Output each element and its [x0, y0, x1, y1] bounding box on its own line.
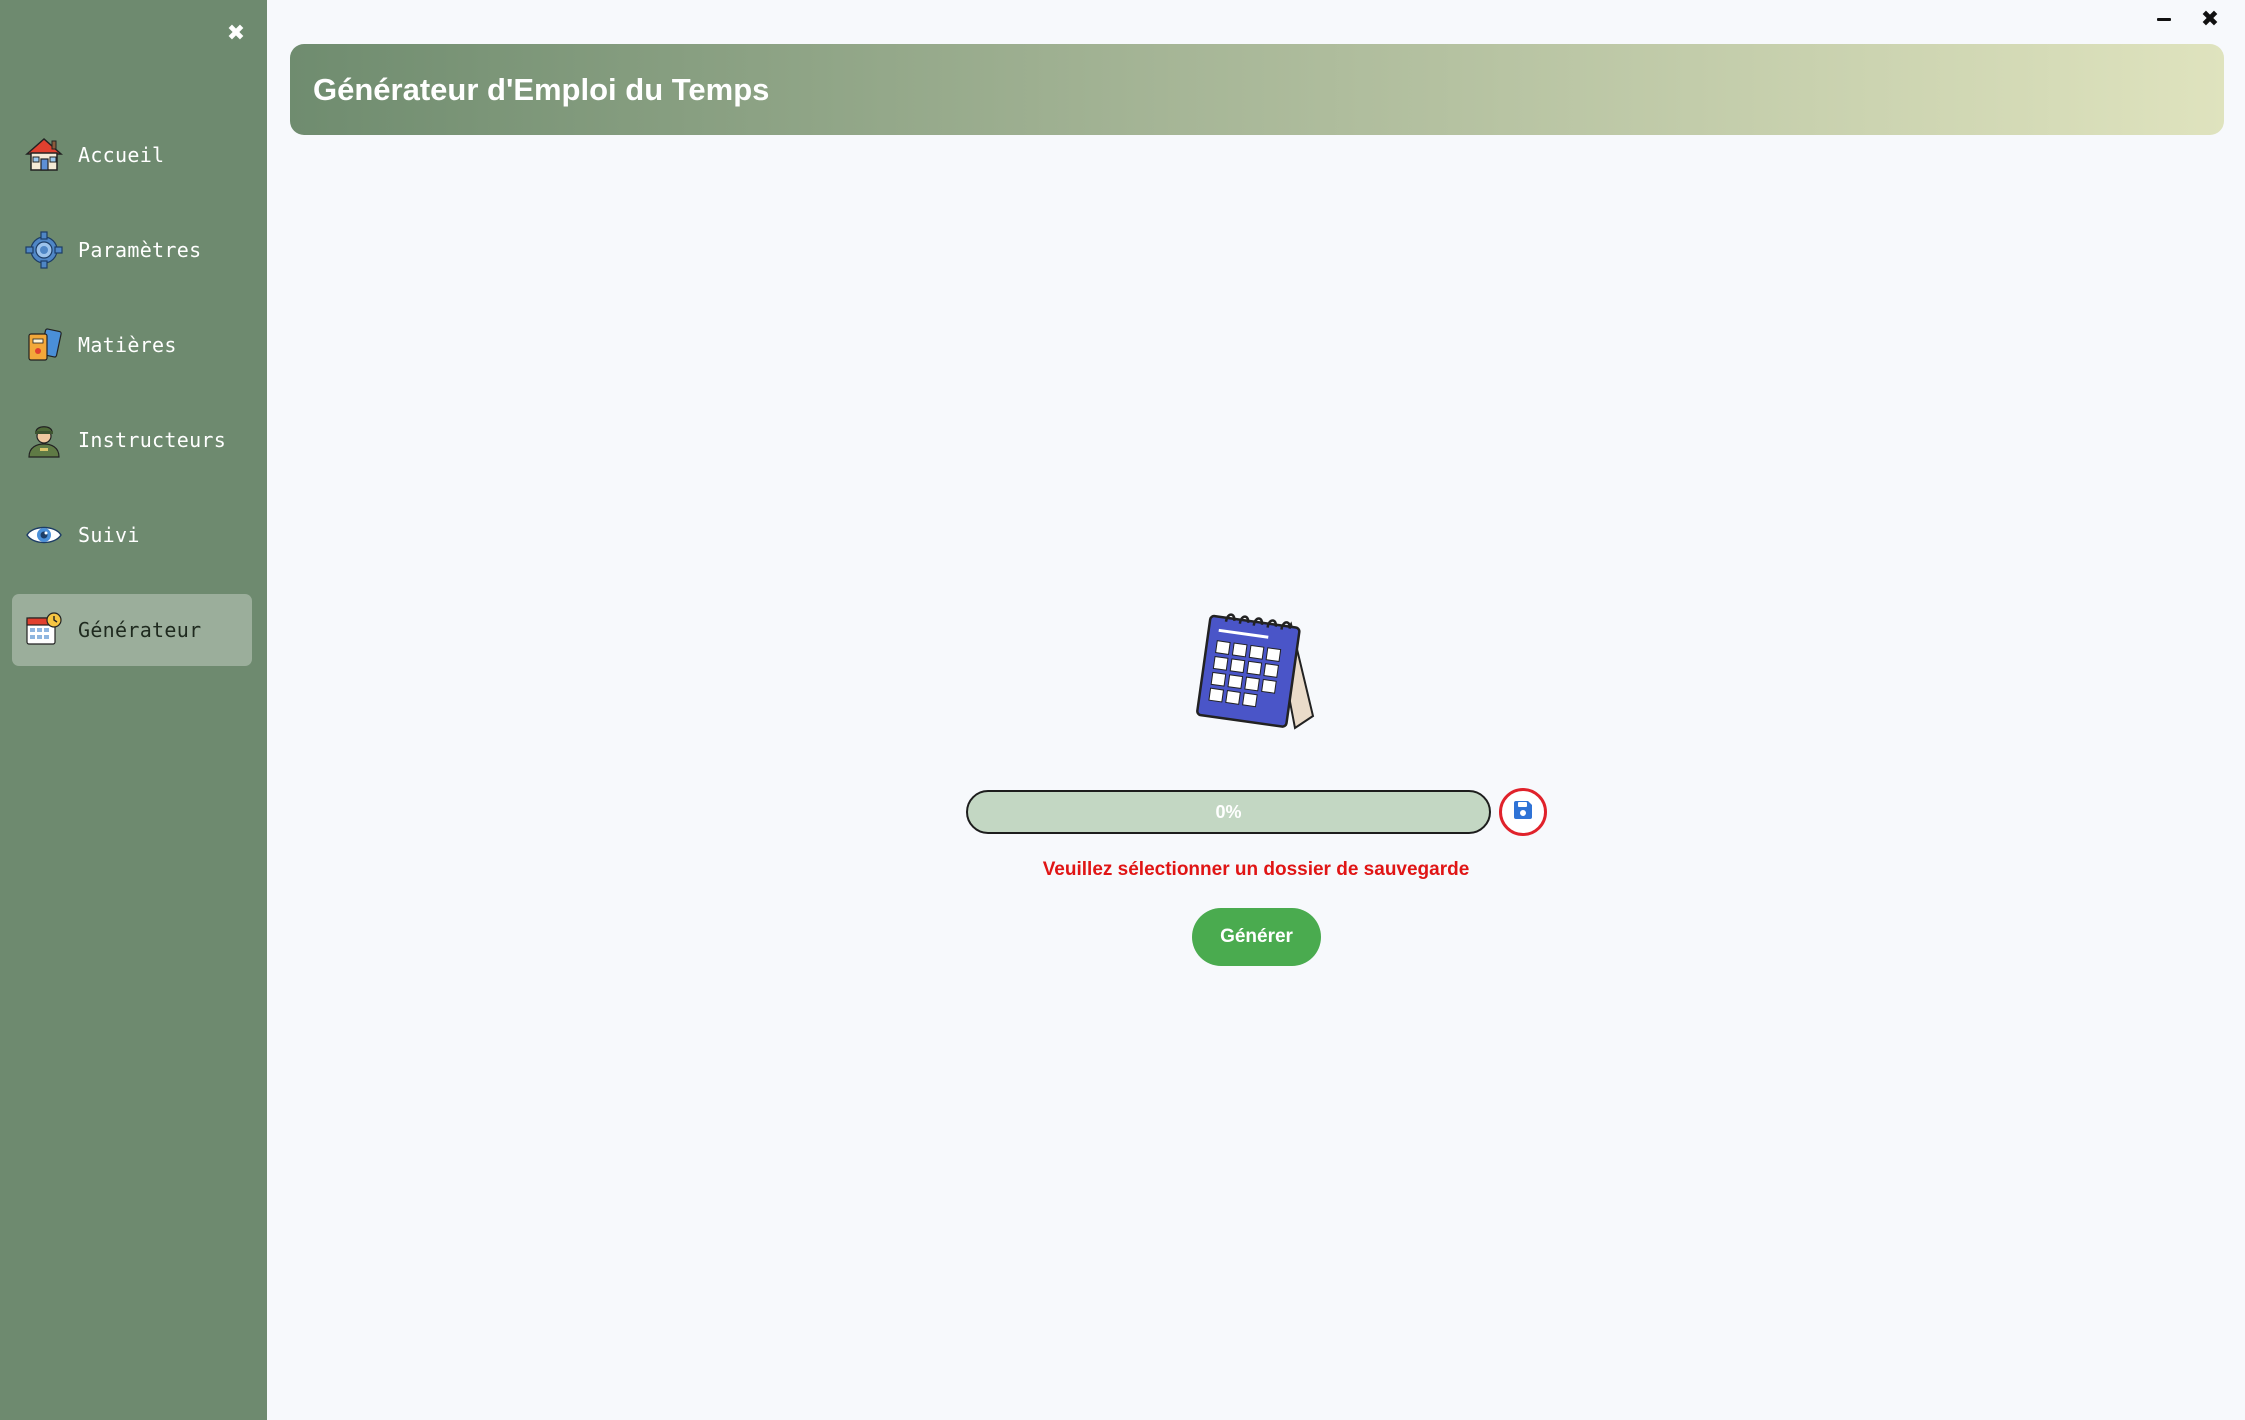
sidebar-item-matieres[interactable]: Matières — [12, 309, 252, 381]
sidebar-item-label: Matières — [78, 333, 177, 357]
sidebar-item-accueil[interactable]: Accueil — [12, 119, 252, 191]
sidebar-item-instructeurs[interactable]: Instructeurs — [12, 404, 252, 476]
sidebar-item-generateur[interactable]: Générateur — [12, 594, 252, 666]
window-close-icon[interactable]: ✖ — [2193, 4, 2227, 34]
gear-icon — [24, 230, 64, 270]
generate-button[interactable]: Générer — [1192, 908, 1321, 966]
sidebar-item-suivi[interactable]: Suivi — [12, 499, 252, 571]
progress-bar: 0% — [966, 790, 1491, 834]
soldier-icon — [24, 420, 64, 460]
sidebar-item-label: Générateur — [78, 618, 202, 642]
eye-icon — [24, 515, 64, 555]
select-save-folder-button[interactable] — [1499, 788, 1547, 836]
sidebar-item-label: Paramètres — [78, 238, 202, 262]
error-message: Veuillez sélectionner un dossier de sauv… — [1042, 859, 1470, 880]
sidebar: ✖ Accueil Paramètres Matières Instructeu… — [0, 0, 267, 1420]
floppy-disk-icon — [1512, 799, 1534, 825]
sidebar-close-icon[interactable]: ✖ — [222, 20, 250, 48]
sidebar-item-label: Accueil — [78, 143, 165, 167]
progress-label: 0% — [1215, 801, 1242, 822]
page-title: Générateur d'Emploi du Temps — [313, 71, 770, 107]
sidebar-item-label: Instructeurs — [78, 428, 227, 452]
sidebar-item-parametres[interactable]: Paramètres — [12, 214, 252, 286]
page-header: Générateur d'Emploi du Temps — [290, 44, 2224, 135]
books-icon — [24, 325, 64, 365]
house-icon — [24, 135, 64, 175]
sidebar-item-label: Suivi — [78, 523, 140, 547]
calendar-icon — [1183, 604, 1323, 744]
calendar-clock-icon — [24, 610, 64, 650]
minimize-icon[interactable] — [2147, 4, 2181, 34]
